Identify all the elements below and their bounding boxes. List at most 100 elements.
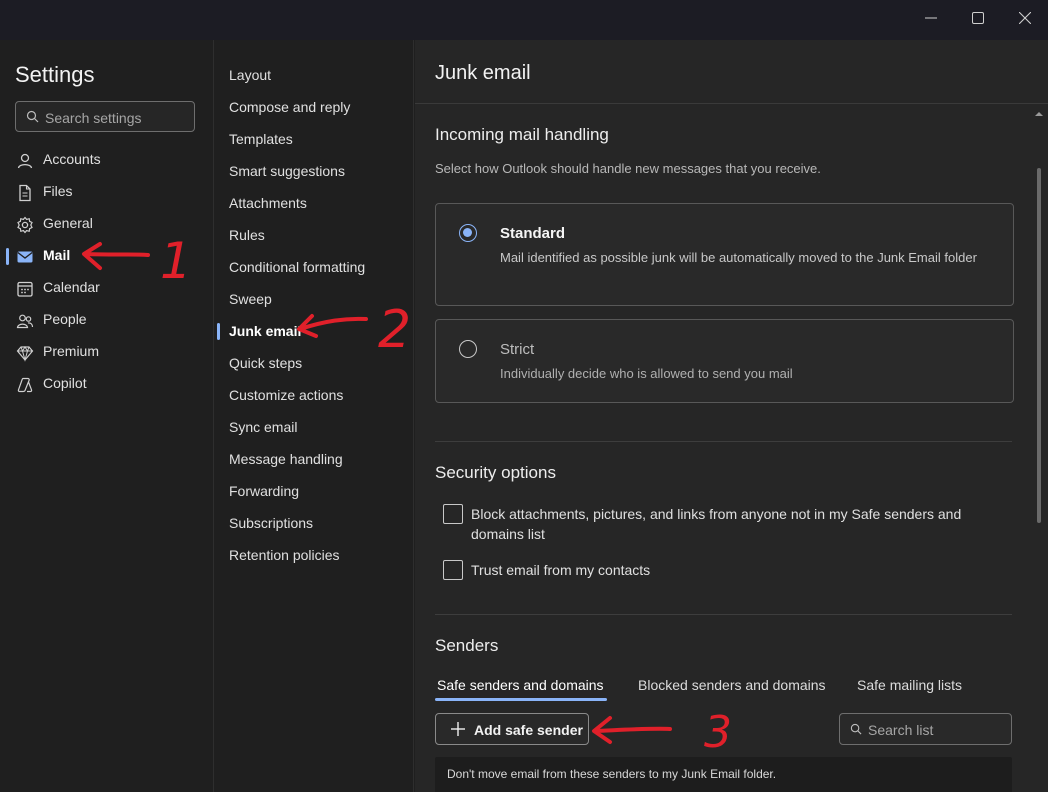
nav-item-general[interactable]: General xyxy=(0,209,214,239)
people-icon xyxy=(16,314,34,329)
sub-item-subscriptions[interactable]: Subscriptions xyxy=(215,509,414,537)
sub-item-conditional-formatting[interactable]: Conditional formatting xyxy=(215,253,414,281)
nav-item-files[interactable]: Files xyxy=(0,177,214,207)
sub-item-label: Message handling xyxy=(229,451,343,467)
minimize-icon xyxy=(925,17,937,19)
nav-item-label: People xyxy=(43,311,87,327)
sub-item-compose-and-reply[interactable]: Compose and reply xyxy=(215,93,414,121)
nav-item-accounts[interactable]: Accounts xyxy=(0,145,214,175)
trust-contacts-option[interactable]: Trust email from my contacts xyxy=(443,558,1003,582)
standard-option-description: Mail identified as possible junk will be… xyxy=(500,250,977,265)
strict-option-card[interactable]: Strict Individually decide who is allowe… xyxy=(435,319,1014,403)
strict-option-title: Strict xyxy=(500,341,535,358)
block-attachments-option[interactable]: Block attachments, pictures, and links f… xyxy=(443,502,1003,546)
sub-item-label: Templates xyxy=(229,131,293,147)
nav-item-people[interactable]: People xyxy=(0,305,214,335)
sub-item-forwarding[interactable]: Forwarding xyxy=(215,477,414,505)
nav-item-label: Calendar xyxy=(43,279,100,295)
sub-item-layout[interactable]: Layout xyxy=(215,61,414,89)
trust-contacts-label: Trust email from my contacts xyxy=(471,562,651,578)
sub-item-templates[interactable]: Templates xyxy=(215,125,414,153)
copilot-icon xyxy=(17,377,33,393)
tab-blocked-senders[interactable]: Blocked senders and domains xyxy=(638,677,826,693)
close-icon xyxy=(1019,12,1031,24)
diamond-icon xyxy=(16,346,34,362)
sub-item-label: Forwarding xyxy=(229,483,300,499)
active-tab-underline xyxy=(435,698,607,701)
sub-item-retention-policies[interactable]: Retention policies xyxy=(215,541,414,569)
search-list-placeholder: Search list xyxy=(868,722,934,738)
close-button[interactable] xyxy=(1002,0,1048,36)
sub-item-message-handling[interactable]: Message handling xyxy=(215,445,414,473)
settings-title: Settings xyxy=(15,62,95,87)
sub-item-label: Junk email xyxy=(229,323,302,339)
sub-item-label: Sweep xyxy=(229,291,272,307)
sub-item-rules[interactable]: Rules xyxy=(215,221,414,249)
strict-radio[interactable] xyxy=(459,340,477,358)
title-bar xyxy=(0,0,1048,40)
tab-safe-mailing-lists[interactable]: Safe mailing lists xyxy=(857,677,962,693)
sub-item-label: Compose and reply xyxy=(229,99,351,115)
sub-item-label: Smart suggestions xyxy=(229,163,345,179)
incoming-mail-description: Select how Outlook should handle new mes… xyxy=(435,161,821,176)
search-settings-input[interactable]: Search settings xyxy=(15,101,195,132)
maximize-button[interactable] xyxy=(955,0,1001,36)
sub-item-attachments[interactable]: Attachments xyxy=(215,189,414,217)
calendar-icon xyxy=(17,281,33,297)
sub-item-smart-suggestions[interactable]: Smart suggestions xyxy=(215,157,414,185)
sub-item-label: Conditional formatting xyxy=(229,259,366,275)
active-indicator xyxy=(217,323,220,340)
safe-senders-list-note: Don't move email from these senders to m… xyxy=(435,757,1012,792)
person-icon xyxy=(17,153,33,169)
gear-icon xyxy=(17,216,33,234)
section-divider xyxy=(435,441,1012,442)
settings-nav: Settings Search settings Accounts Files … xyxy=(0,40,214,792)
plus-icon xyxy=(451,722,465,736)
sub-item-label: Quick steps xyxy=(229,355,303,371)
standard-option-title: Standard xyxy=(500,225,566,242)
search-icon xyxy=(26,110,39,123)
active-indicator xyxy=(6,248,9,265)
page-title: Junk email xyxy=(435,62,531,84)
search-settings-placeholder: Search settings xyxy=(45,110,142,126)
sub-item-label: Subscriptions xyxy=(229,515,314,531)
standard-option-card[interactable]: Standard Mail identified as possible jun… xyxy=(435,203,1014,306)
trust-contacts-checkbox[interactable] xyxy=(443,560,463,580)
search-list-input[interactable]: Search list xyxy=(839,713,1012,745)
sub-item-sweep[interactable]: Sweep xyxy=(215,285,414,313)
sub-item-customize-actions[interactable]: Customize actions xyxy=(215,381,414,409)
strict-option-description: Individually decide who is allowed to se… xyxy=(500,366,793,381)
incoming-mail-heading: Incoming mail handling xyxy=(435,125,609,144)
nav-item-copilot[interactable]: Copilot xyxy=(0,369,214,399)
sub-item-label: Sync email xyxy=(229,419,298,435)
sub-item-label: Attachments xyxy=(229,195,307,211)
add-safe-sender-button[interactable]: Add safe sender xyxy=(435,713,589,745)
scroll-up-arrow-icon[interactable] xyxy=(1034,110,1044,118)
nav-item-label: Accounts xyxy=(43,151,101,167)
sub-item-quick-steps[interactable]: Quick steps xyxy=(215,349,414,377)
nav-item-label: Mail xyxy=(43,247,71,263)
nav-item-premium[interactable]: Premium xyxy=(0,337,214,367)
block-attachments-checkbox[interactable] xyxy=(443,504,463,524)
sub-item-label: Rules xyxy=(229,227,265,243)
tab-safe-senders[interactable]: Safe senders and domains xyxy=(437,677,604,693)
safe-senders-note-text: Don't move email from these senders to m… xyxy=(447,767,777,781)
nav-item-label: Files xyxy=(43,183,73,199)
sub-item-junk-email[interactable]: Junk email xyxy=(215,317,414,345)
nav-item-label: General xyxy=(43,215,93,231)
add-safe-sender-label: Add safe sender xyxy=(474,722,583,738)
nav-item-label: Copilot xyxy=(43,375,87,391)
scrollbar-thumb[interactable] xyxy=(1037,168,1041,523)
search-icon xyxy=(850,723,862,735)
nav-item-mail[interactable]: Mail xyxy=(0,241,214,271)
pane-header: Junk email xyxy=(415,40,1048,104)
nav-item-label: Premium xyxy=(43,343,100,359)
sub-item-label: Customize actions xyxy=(229,387,344,403)
minimize-button[interactable] xyxy=(908,0,954,36)
standard-radio[interactable] xyxy=(459,224,477,242)
block-attachments-label: Block attachments, pictures, and links f… xyxy=(471,506,962,542)
file-icon xyxy=(19,184,31,202)
nav-item-calendar[interactable]: Calendar xyxy=(0,273,214,303)
mail-settings-nav: Layout Compose and reply Templates Smart… xyxy=(215,40,414,792)
sub-item-sync-email[interactable]: Sync email xyxy=(215,413,414,441)
